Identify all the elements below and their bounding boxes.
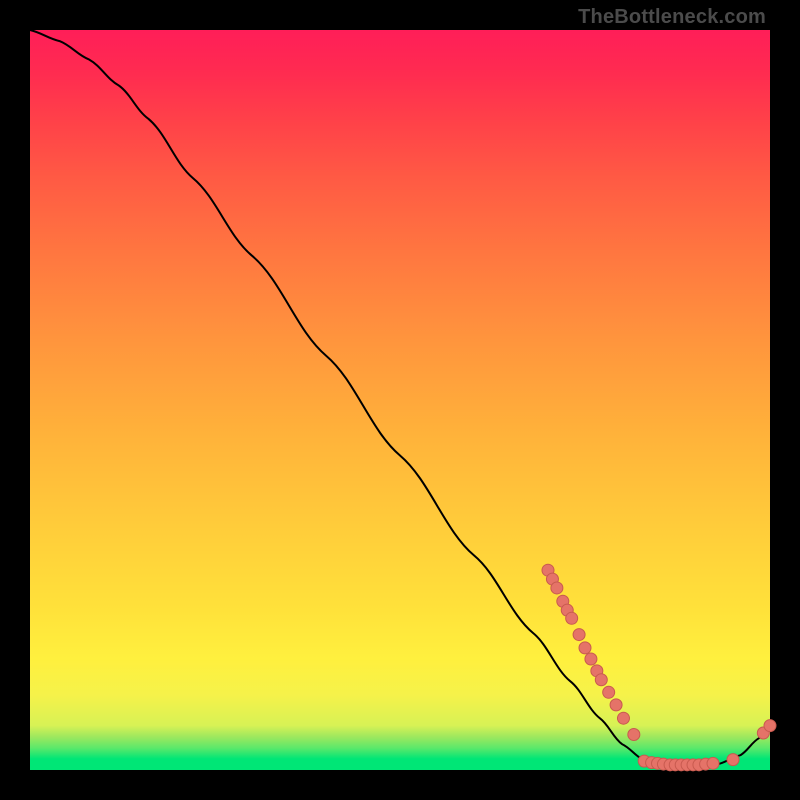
data-marker [579, 642, 591, 654]
chart-overlay [30, 30, 770, 770]
data-marker [610, 699, 622, 711]
chart-stage: TheBottleneck.com [0, 0, 800, 800]
data-marker [551, 582, 563, 594]
data-marker [603, 686, 615, 698]
data-marker [764, 720, 776, 732]
bottleneck-curve [30, 30, 770, 766]
data-marker [617, 712, 629, 724]
data-marker [628, 728, 640, 740]
watermark-text: TheBottleneck.com [578, 6, 766, 29]
data-markers-group [542, 564, 776, 771]
data-marker [585, 653, 597, 665]
data-marker [727, 754, 739, 766]
data-marker [707, 757, 719, 769]
data-marker [573, 629, 585, 641]
data-marker [566, 612, 578, 624]
data-marker [595, 674, 607, 686]
